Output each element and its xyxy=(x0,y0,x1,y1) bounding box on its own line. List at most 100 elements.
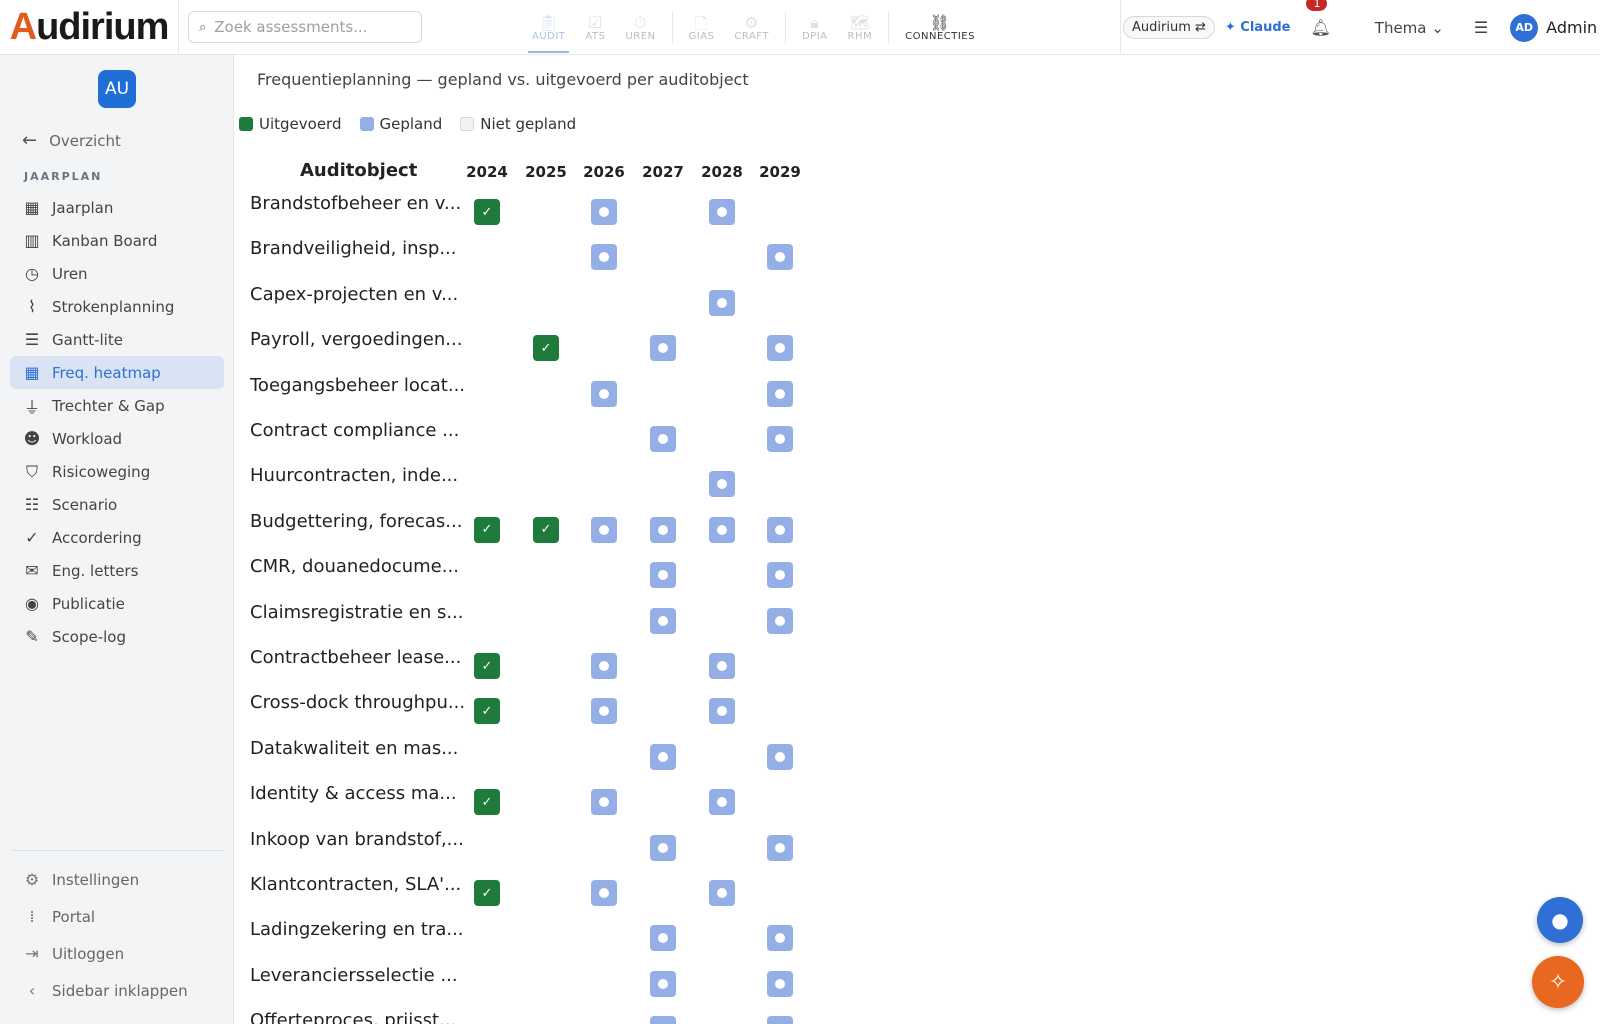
sidebar-item-instellingen[interactable]: ⚙ Instellingen xyxy=(10,861,224,898)
module-tab-ats[interactable]: ☑ ATS xyxy=(575,0,615,55)
cell-planned[interactable] xyxy=(650,516,676,543)
cell-planned[interactable] xyxy=(709,880,735,906)
cell-planned[interactable] xyxy=(709,516,735,543)
cell-planned[interactable] xyxy=(767,834,793,861)
cell-planned[interactable] xyxy=(591,880,617,906)
cell-planned[interactable] xyxy=(591,516,617,543)
cell-planned[interactable] xyxy=(709,471,735,498)
cell-planned[interactable] xyxy=(709,789,735,816)
cell-planned[interactable] xyxy=(767,562,793,589)
cell-planned[interactable] xyxy=(767,516,793,543)
auditobject-label[interactable]: Leveranciersselectie ... xyxy=(250,965,470,986)
module-tab-connecties[interactable]: ⛓ CONNECTIES xyxy=(895,0,985,55)
auditobject-label[interactable]: Inkoop van brandstof,... xyxy=(250,829,470,850)
auditobject-label[interactable]: Huurcontracten, inde... xyxy=(250,465,470,486)
cell-executed[interactable]: ✓ xyxy=(474,880,500,906)
sidebar-item-uitloggen[interactable]: ⇥ Uitloggen xyxy=(10,935,224,972)
back-to-overview-link[interactable]: ← Overzicht xyxy=(22,130,121,151)
sidebar-item-risicoweging[interactable]: ⛉ Risicoweging xyxy=(10,455,224,488)
sidebar-item-scenario[interactable]: ☷ Scenario xyxy=(10,488,224,521)
auditobject-label[interactable]: Budgettering, forecas... xyxy=(250,511,470,532)
module-tab-gias[interactable]: 🗋 GIAS xyxy=(679,0,725,55)
cell-planned[interactable] xyxy=(650,970,676,997)
auditobject-label[interactable]: Datakwaliteit en mas... xyxy=(250,738,470,759)
cell-planned[interactable] xyxy=(591,244,617,271)
cell-planned[interactable] xyxy=(650,562,676,589)
cell-executed[interactable]: ✓ xyxy=(533,335,559,362)
cell-executed[interactable]: ✓ xyxy=(474,516,500,543)
sidebar-item-workload[interactable]: ☻ Workload xyxy=(10,422,224,455)
cell-planned[interactable] xyxy=(591,653,617,679)
cell-planned[interactable] xyxy=(650,743,676,770)
cell-planned[interactable] xyxy=(650,426,676,452)
cell-planned[interactable] xyxy=(709,199,735,225)
module-tab-rhm[interactable]: 🗺 RHM xyxy=(838,0,883,55)
auditobject-label[interactable]: Contractbeheer lease... xyxy=(250,647,470,668)
workspace-badge[interactable]: AU xyxy=(98,70,136,108)
audirium-logo[interactable]: Audirium xyxy=(0,0,179,55)
cell-planned[interactable] xyxy=(591,199,617,225)
auditobject-label[interactable]: Payroll, vergoedingen... xyxy=(250,329,470,350)
cell-executed[interactable]: ✓ xyxy=(474,199,500,225)
sidebar-item-eng-letters[interactable]: ✉ Eng. letters xyxy=(10,554,224,587)
sidebar-item-trechter-gap[interactable]: ⏚ Trechter & Gap xyxy=(10,389,224,422)
tenant-switcher[interactable]: Audirium ⇄ xyxy=(1123,16,1215,39)
user-avatar[interactable]: AD xyxy=(1510,13,1539,42)
auditobject-label[interactable]: Contract compliance ... xyxy=(250,420,470,441)
search-input[interactable] xyxy=(214,18,405,36)
cell-planned[interactable] xyxy=(591,698,617,725)
notifications-bell-icon[interactable]: 🔔︎ 1 xyxy=(1306,0,1331,37)
claude-button[interactable]: ✦ Claude xyxy=(1225,20,1291,35)
sidebar-item-gantt-lite[interactable]: ☰ Gantt-lite xyxy=(10,323,224,356)
sidebar-item-freq-heatmap[interactable]: ▦ Freq. heatmap xyxy=(10,356,224,389)
auditobject-label[interactable]: Klantcontracten, SLA'... xyxy=(250,874,470,895)
cell-planned[interactable] xyxy=(650,925,676,952)
auditobject-label[interactable]: Capex-projecten en v... xyxy=(250,284,470,305)
cell-planned[interactable] xyxy=(767,335,793,362)
cell-planned[interactable] xyxy=(650,335,676,362)
auditobject-label[interactable]: Identity & access ma... xyxy=(250,783,470,804)
cell-planned[interactable] xyxy=(709,289,735,316)
cell-executed[interactable]: ✓ xyxy=(533,516,559,543)
sidebar-item-publicatie[interactable]: ◉ Publicatie xyxy=(10,587,224,620)
cell-planned[interactable] xyxy=(650,834,676,861)
menu-icon[interactable]: ☰ xyxy=(1474,18,1488,37)
cell-executed[interactable]: ✓ xyxy=(474,698,500,725)
cell-planned[interactable] xyxy=(767,426,793,452)
module-tab-audit[interactable]: 📋︎ AUDIT xyxy=(522,0,575,55)
cell-planned[interactable] xyxy=(767,925,793,952)
sidebar-item-scope-log[interactable]: ✎ Scope-log xyxy=(10,620,224,653)
auditobject-label[interactable]: Ladingzekering en tra... xyxy=(250,919,470,940)
cell-planned[interactable] xyxy=(591,380,617,407)
cell-planned[interactable] xyxy=(650,607,676,634)
cell-planned[interactable] xyxy=(591,789,617,816)
auditobject-label[interactable]: Offerteproces, prijsst... xyxy=(250,1010,470,1024)
cell-planned[interactable] xyxy=(767,743,793,770)
user-name[interactable]: Admin xyxy=(1546,18,1597,37)
sidebar-item-sidebar-inklappen[interactable]: ‹ Sidebar inklappen xyxy=(10,972,224,1009)
cell-executed[interactable]: ✓ xyxy=(474,653,500,679)
auditobject-label[interactable]: Brandveiligheid, insp... xyxy=(250,238,470,259)
auditobject-label[interactable]: Cross-dock throughpu... xyxy=(250,692,470,713)
cell-planned[interactable] xyxy=(767,607,793,634)
cell-planned[interactable] xyxy=(709,653,735,679)
sidebar-item-uren[interactable]: ◷ Uren xyxy=(10,257,224,290)
module-tab-craft[interactable]: ⚙ CRAFT xyxy=(724,0,779,55)
sidebar-item-strokenplanning[interactable]: ⌇ Strokenplanning xyxy=(10,290,224,323)
cell-planned[interactable] xyxy=(767,244,793,271)
cell-planned[interactable] xyxy=(767,380,793,407)
cell-planned[interactable] xyxy=(767,1016,793,1024)
auditobject-label[interactable]: Claimsregistratie en s... xyxy=(250,602,470,623)
sidebar-item-accordering[interactable]: ✓ Accordering xyxy=(10,521,224,554)
cell-planned[interactable] xyxy=(650,1016,676,1024)
sidebar-item-portal[interactable]: ⁞ Portal xyxy=(10,898,224,935)
auditobject-label[interactable]: Toegangsbeheer locat... xyxy=(250,375,470,396)
cell-planned[interactable] xyxy=(709,698,735,725)
ai-assistant-button[interactable]: ✧ xyxy=(1532,956,1584,1008)
sidebar-item-kanban-board[interactable]: ▥ Kanban Board xyxy=(10,224,224,257)
auditobject-label[interactable]: CMR, douanedocume... xyxy=(250,556,470,577)
sidebar-item-jaarplan[interactable]: ▦ Jaarplan xyxy=(10,191,224,224)
help-button[interactable]: ● xyxy=(1537,897,1583,943)
theme-dropdown[interactable]: Thema ⌄ xyxy=(1375,19,1444,37)
module-tab-uren[interactable]: ⏱ UREN xyxy=(615,0,665,55)
